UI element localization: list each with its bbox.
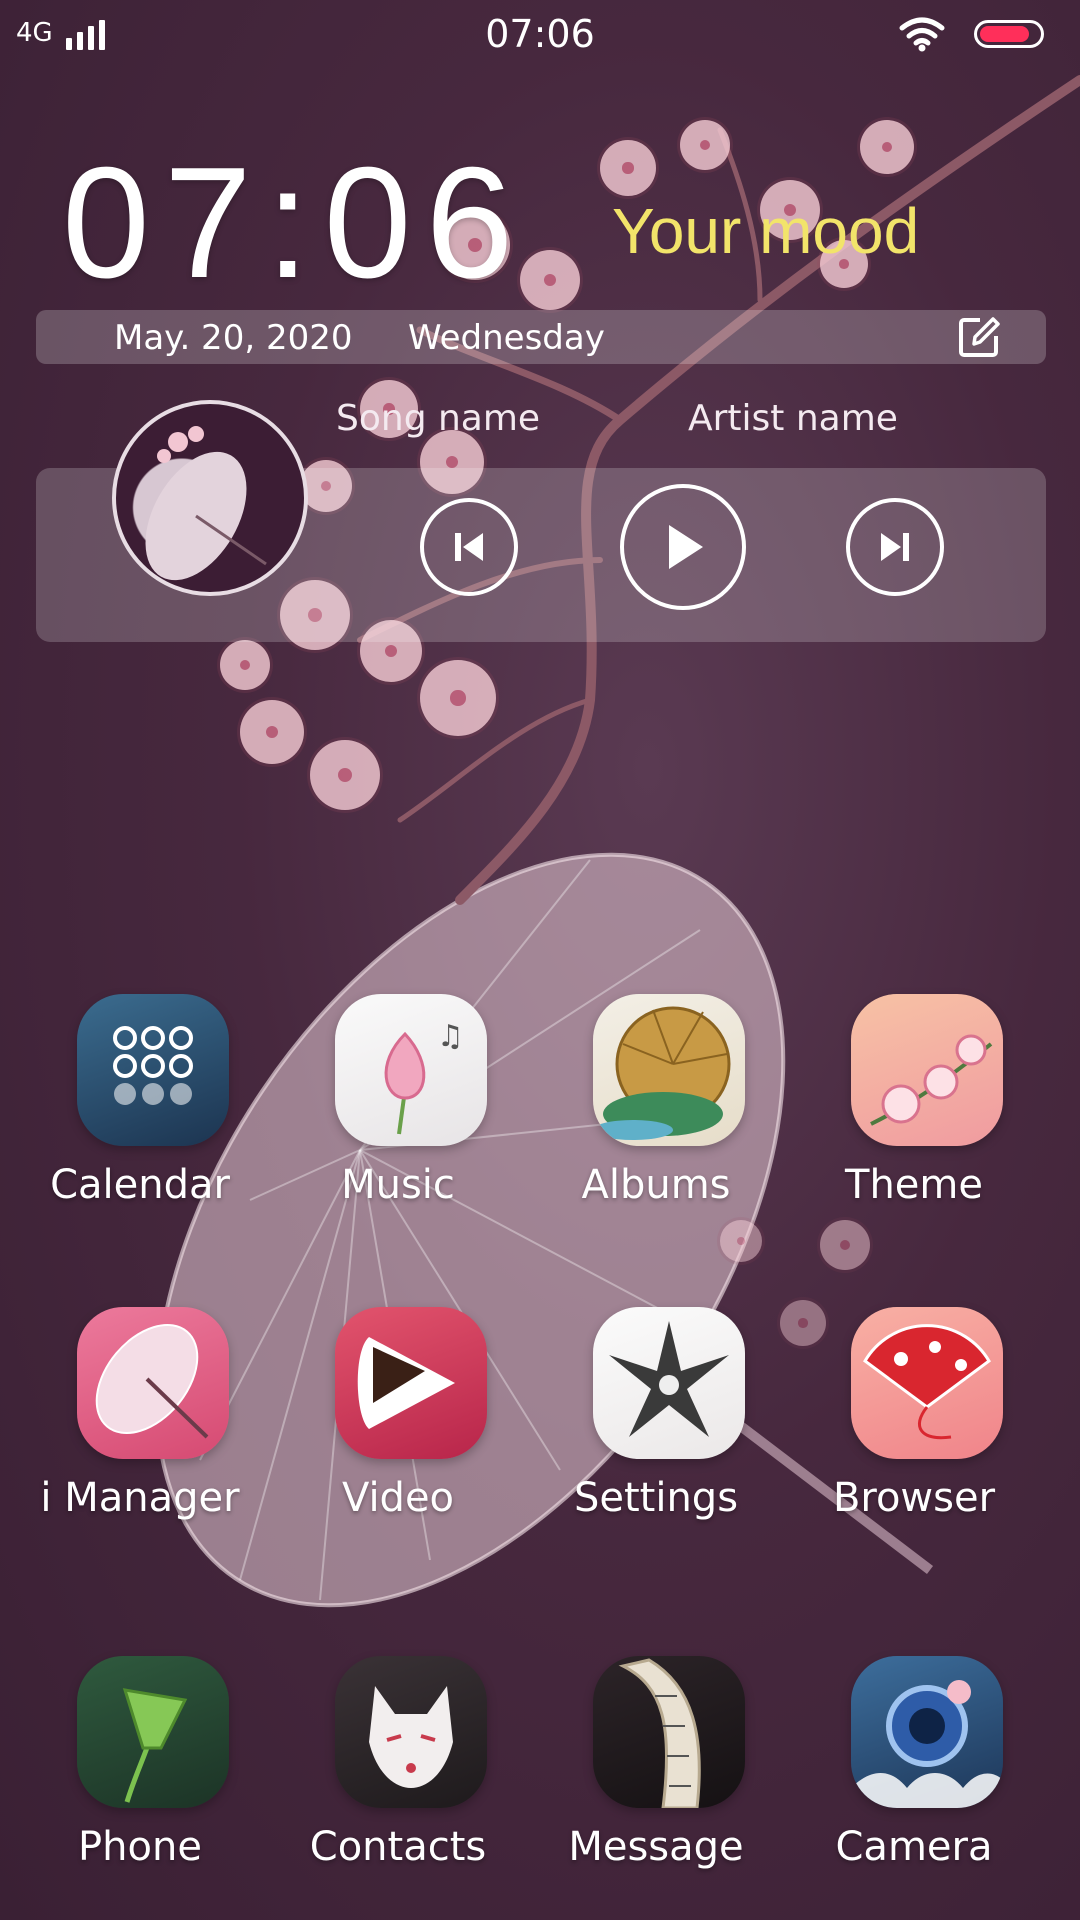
- date-bar: May. 20, 2020 Wednesday: [36, 310, 1046, 364]
- svg-text:♫: ♫: [437, 1019, 464, 1054]
- wifi-icon: [899, 17, 945, 52]
- status-bar: 4G 07:06: [0, 0, 1080, 70]
- fan-pond-art: [593, 1006, 731, 1140]
- next-button[interactable]: [846, 498, 944, 596]
- artist-name: Artist name: [688, 398, 898, 439]
- play-button[interactable]: [620, 484, 746, 610]
- app-theme[interactable]: Theme: [804, 994, 1024, 1254]
- app-label: Video: [341, 1475, 455, 1521]
- app-label: Contacts: [309, 1824, 487, 1870]
- app-contacts[interactable]: Contacts: [288, 1656, 508, 1916]
- camera-icon: [851, 1656, 1003, 1808]
- music-icon: ♫: [335, 994, 487, 1146]
- album-art[interactable]: [112, 400, 308, 596]
- mood-text[interactable]: Your mood: [612, 194, 919, 268]
- video-icon: [335, 1307, 487, 1459]
- phone-icon: [77, 1656, 229, 1808]
- play-icon: [669, 525, 703, 569]
- app-label: Camera: [835, 1824, 993, 1870]
- app-label: Theme: [845, 1162, 983, 1208]
- onigiri-play-art: [357, 1337, 455, 1429]
- app-label: i Manager: [40, 1475, 240, 1521]
- previous-button[interactable]: [420, 498, 518, 596]
- app-label: Browser: [832, 1475, 996, 1521]
- i-manager-icon: [77, 1307, 229, 1459]
- scroll-art: [618, 1658, 701, 1808]
- battery-level: [980, 26, 1029, 42]
- app-browser[interactable]: Browser: [804, 1307, 1024, 1567]
- app-label: Message: [568, 1824, 744, 1870]
- message-icon: [593, 1656, 745, 1808]
- app-label: Phone: [78, 1824, 202, 1870]
- app-settings[interactable]: Settings: [546, 1307, 766, 1567]
- previous-icon: [455, 533, 483, 561]
- folding-fan-art: [863, 1324, 991, 1440]
- umbrella-art-icon: [145, 426, 267, 581]
- next-icon: [881, 533, 909, 561]
- clock-time[interactable]: 07:06: [62, 144, 527, 302]
- app-phone[interactable]: Phone: [30, 1656, 250, 1916]
- theme-icon: [851, 994, 1003, 1146]
- app-albums[interactable]: Albums: [546, 994, 766, 1254]
- albums-icon: [593, 994, 745, 1146]
- app-message[interactable]: Message: [546, 1656, 766, 1916]
- app-label: Music: [341, 1162, 455, 1208]
- date-text: May. 20, 2020: [114, 318, 353, 358]
- settings-icon: [593, 1307, 745, 1459]
- weekday-text: Wednesday: [408, 318, 605, 358]
- app-video[interactable]: Video: [288, 1307, 508, 1567]
- app-camera[interactable]: Camera: [804, 1656, 1024, 1916]
- song-name: Song name: [336, 398, 541, 439]
- fox-mask-art: [369, 1686, 453, 1788]
- app-calendar[interactable]: Calendar: [30, 994, 250, 1254]
- peony-art: [870, 1034, 993, 1126]
- edit-icon[interactable]: [958, 316, 1000, 358]
- contacts-icon: [335, 1656, 487, 1808]
- lotus-art: ♫: [384, 1019, 464, 1135]
- calendar-icon: [77, 994, 229, 1146]
- battery-icon: [974, 20, 1044, 48]
- lotus-pod-art: [122, 1688, 188, 1803]
- app-label: Albums: [581, 1162, 731, 1208]
- app-label: Calendar: [50, 1162, 230, 1208]
- shuriken-icon: [609, 1321, 729, 1437]
- lens-wave-art: [851, 1680, 1003, 1808]
- app-label: Settings: [573, 1475, 739, 1521]
- calendar-dots: [113, 1026, 193, 1105]
- app-i-manager[interactable]: i Manager: [30, 1307, 250, 1567]
- app-music[interactable]: ♫ Music: [288, 994, 508, 1254]
- browser-icon: [851, 1307, 1003, 1459]
- umbrella-art: [95, 1323, 209, 1439]
